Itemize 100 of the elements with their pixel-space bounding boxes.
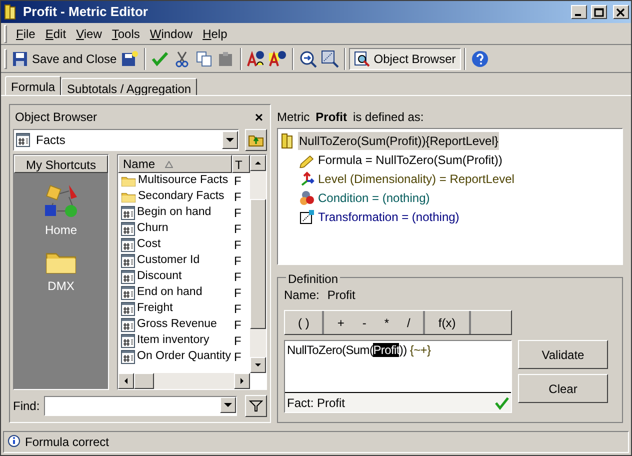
menu-item[interactable]: Tools xyxy=(106,24,145,42)
maximize-button[interactable] xyxy=(591,5,607,19)
status-message: Formula correct xyxy=(25,434,110,451)
type-cell-text: F xyxy=(233,221,242,238)
find-label: Find: xyxy=(13,398,40,415)
panel-title: Object Browser xyxy=(15,109,98,126)
fact-icon xyxy=(121,350,135,364)
action-button[interactable]: Clear xyxy=(518,374,608,403)
metric-heading: Metric Profit is defined as: xyxy=(277,109,425,126)
fact-icon xyxy=(121,318,135,332)
operator-button[interactable]: - xyxy=(353,314,376,332)
type-cell-text: F xyxy=(233,205,242,222)
formula-text: NullToZero(Sum(Profit)) {~+} xyxy=(286,342,432,359)
tree-item[interactable]: Formula = NullToZero(Sum(Profit)) xyxy=(318,150,502,168)
tab[interactable]: Subtotals / Aggregation xyxy=(61,78,198,95)
column-header[interactable]: T xyxy=(232,155,250,173)
save-icon[interactable] xyxy=(120,50,139,68)
folder-icon xyxy=(121,191,136,203)
folder-dropdown[interactable]: Facts xyxy=(13,129,239,151)
operator-button[interactable]: + xyxy=(328,314,354,332)
type-cell-text: F xyxy=(233,285,242,302)
up-folder-button[interactable] xyxy=(245,129,267,151)
spheres-icon xyxy=(299,190,315,206)
window-title: Profit - Metric Editor xyxy=(23,3,149,22)
close-button[interactable]: × xyxy=(252,110,265,124)
object-browser-button[interactable]: Object Browser xyxy=(348,48,461,70)
minimize-button[interactable] xyxy=(571,5,587,19)
fact-icon xyxy=(121,286,135,300)
checkmark-icon[interactable] xyxy=(150,50,169,68)
filter-icon xyxy=(249,400,263,412)
tree-root[interactable]: NullToZero(Sum(Profit)){ReportLevel} xyxy=(298,132,500,150)
menu-item[interactable]: View xyxy=(71,24,107,42)
zoom-icon[interactable] xyxy=(320,50,339,68)
menu-item[interactable]: Window xyxy=(144,24,198,42)
tab[interactable]: Formula xyxy=(5,76,62,95)
type-cell-text: F xyxy=(233,173,242,190)
sort-icon xyxy=(165,160,174,168)
object-name[interactable]: Customer Id xyxy=(137,252,200,270)
folder-icon xyxy=(121,175,136,187)
fact-icon xyxy=(121,302,135,316)
close-icon xyxy=(616,8,626,16)
fact-icon xyxy=(121,238,135,252)
operator-button[interactable]: / xyxy=(398,314,420,332)
fact-icon xyxy=(16,133,30,147)
scroll-thumb[interactable] xyxy=(134,373,154,389)
help-icon[interactable] xyxy=(470,50,489,68)
menu-item[interactable]: File xyxy=(11,24,40,42)
tree-item[interactable]: Condition = (nothing) xyxy=(318,188,430,206)
scroll-right-button[interactable] xyxy=(234,373,250,389)
paste-icon[interactable] xyxy=(216,50,235,68)
fact-icon xyxy=(121,222,135,236)
spell-check-icon[interactable] xyxy=(246,50,265,68)
fact-icon xyxy=(121,334,135,348)
fact-icon xyxy=(121,254,135,268)
object-name[interactable]: Multisource Facts xyxy=(138,172,228,190)
object-name[interactable]: Churn xyxy=(137,220,168,238)
object-name[interactable]: Gross Revenue xyxy=(137,316,217,334)
object-name[interactable]: Freight xyxy=(137,300,173,318)
scroll-up-button[interactable] xyxy=(250,155,266,171)
operator-button[interactable]: f(x) xyxy=(429,314,465,332)
fact-label: Fact: Profit xyxy=(287,394,346,412)
dropdown-arrow-icon xyxy=(226,138,234,142)
column-header[interactable]: Name xyxy=(118,155,232,173)
object-name[interactable]: Item inventory xyxy=(137,332,210,350)
save-and-close-button[interactable]: Save and Close xyxy=(10,48,119,70)
scroll-left-button[interactable] xyxy=(118,373,134,389)
object-name[interactable]: Begin on hand xyxy=(137,204,212,222)
shortcut-label[interactable]: Home xyxy=(44,221,77,239)
operator-button[interactable]: * xyxy=(375,314,398,332)
zoom-icon[interactable] xyxy=(298,50,317,68)
name-line: Name: Profit xyxy=(284,287,356,304)
object-name[interactable]: Cost xyxy=(137,236,161,254)
horizontal-scrollbar[interactable] xyxy=(118,373,250,389)
menu-item[interactable]: Edit xyxy=(40,24,72,42)
filter-button[interactable] xyxy=(245,395,267,417)
scroll-thumb[interactable] xyxy=(250,199,266,329)
tree-item[interactable]: Level (Dimensionality) = ReportLevel xyxy=(318,170,514,188)
close-button[interactable] xyxy=(613,5,629,19)
spell-check-icon[interactable] xyxy=(268,50,287,68)
scroll-down-button[interactable] xyxy=(250,357,266,373)
fact-icon xyxy=(121,206,135,220)
shortcut-label[interactable]: DMX xyxy=(48,276,74,295)
fact-icon xyxy=(121,270,135,284)
action-button[interactable]: Validate xyxy=(518,340,608,369)
menu-item[interactable]: Help xyxy=(198,24,232,42)
shortcuts-header[interactable]: My Shortcuts xyxy=(14,155,108,173)
metric-icon xyxy=(281,133,295,149)
operator-button[interactable]: ( ) xyxy=(289,314,318,332)
copy-icon[interactable] xyxy=(194,50,213,68)
object-name[interactable]: Discount xyxy=(137,268,182,286)
tree-item[interactable]: Transformation = (nothing) xyxy=(318,208,460,226)
object-name[interactable]: On Order Quantity xyxy=(137,348,231,366)
vertical-scrollbar[interactable] xyxy=(250,155,266,373)
formula-editor[interactable]: NullToZero(Sum(Profit)) {~+} Fact: Profit xyxy=(284,340,512,413)
object-name[interactable]: Secondary Facts xyxy=(138,188,224,206)
find-field[interactable] xyxy=(44,396,237,416)
object-name[interactable]: End on hand xyxy=(137,284,202,302)
type-cell-text: F xyxy=(233,189,242,206)
dropdown-arrow-icon xyxy=(224,402,232,408)
type-cell-text: F xyxy=(233,253,242,270)
